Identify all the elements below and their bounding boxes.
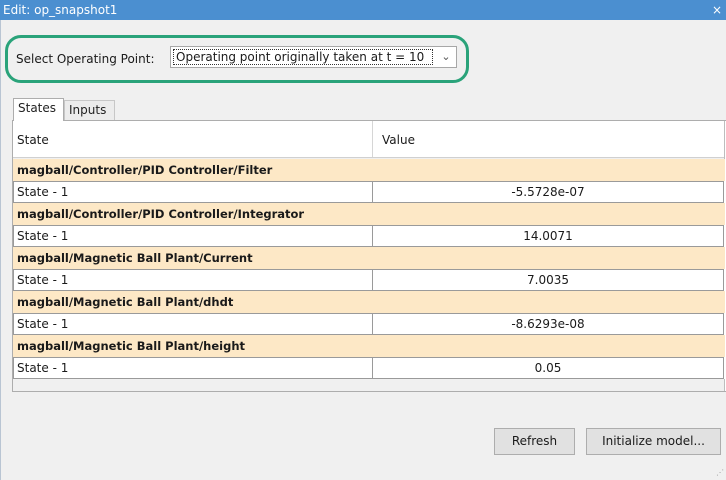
state-name-cell: State - 1 [13, 225, 373, 247]
block-group-row: magball/Magnetic Ball Plant/height [13, 335, 725, 357]
initialize-model-button[interactable]: Initialize model... [586, 428, 721, 455]
close-icon[interactable]: × [710, 0, 724, 20]
column-header-value[interactable]: Value [382, 121, 415, 159]
table-row[interactable]: State - 1 -5.5728e-07 [13, 181, 725, 203]
block-group-row: magball/Magnetic Ball Plant/Current [13, 247, 725, 269]
table-row[interactable]: State - 1 0.05 [13, 357, 725, 379]
refresh-button[interactable]: Refresh [494, 428, 575, 455]
table-row[interactable]: State - 1 7.0035 [13, 269, 725, 291]
state-value-cell[interactable]: -8.6293e-08 [372, 313, 724, 335]
operating-point-selected-value: Operating point originally taken at t = … [173, 49, 433, 65]
window-title: Edit: op_snapshot1 [3, 3, 118, 17]
window-title-bar[interactable]: Edit: op_snapshot1 × [0, 0, 726, 20]
states-panel: State Value magball/Controller/PID Contr… [12, 120, 726, 392]
state-name-cell: State - 1 [13, 269, 373, 291]
state-value-cell[interactable]: 14.0071 [372, 225, 724, 247]
table-row[interactable]: State - 1 14.0071 [13, 225, 725, 247]
state-value-cell[interactable]: 7.0035 [372, 269, 724, 291]
chevron-down-icon[interactable]: ⌄ [440, 50, 452, 64]
operating-point-label: Select Operating Point: [16, 52, 155, 66]
states-table: State Value magball/Controller/PID Contr… [13, 121, 725, 391]
dialog-body: Select Operating Point: Operating point … [0, 20, 726, 480]
state-value-cell[interactable]: 0.05 [372, 357, 724, 379]
block-group-row: magball/Controller/PID Controller/Integr… [13, 203, 725, 225]
state-value-cell[interactable]: -5.5728e-07 [372, 181, 724, 203]
block-group-row: magball/Controller/PID Controller/Filter [13, 159, 725, 181]
state-name-cell: State - 1 [13, 357, 373, 379]
block-group-row: magball/Magnetic Ball Plant/dhdt [13, 291, 725, 313]
table-row[interactable]: State - 1 -8.6293e-08 [13, 313, 725, 335]
state-name-cell: State - 1 [13, 181, 373, 203]
column-header-state[interactable]: State [13, 121, 373, 157]
operating-point-dropdown[interactable]: Operating point originally taken at t = … [170, 46, 457, 68]
tab-inputs[interactable]: Inputs [64, 100, 115, 120]
table-body: magball/Controller/PID Controller/Filter… [13, 159, 725, 379]
tab-states[interactable]: States [13, 98, 64, 121]
resize-grip-icon[interactable]: ⋰ [714, 468, 724, 478]
state-name-cell: State - 1 [13, 313, 373, 335]
table-header: State Value [13, 121, 724, 158]
